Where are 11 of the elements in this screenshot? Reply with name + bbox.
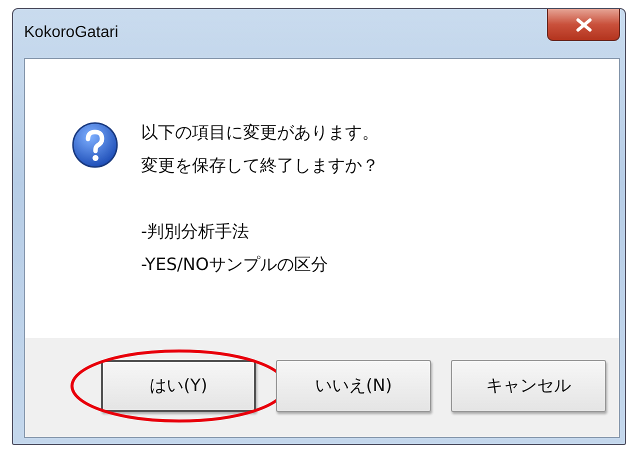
dialog-button[interactable]: キャンセル [451,360,606,412]
close-icon [576,18,592,32]
dialog-button[interactable]: いいえ(N) [276,360,431,412]
question-icon [71,121,119,169]
window-title: KokoroGatari [24,24,118,42]
dialog-button[interactable]: はい(Y) [101,360,256,412]
message-text: -YES/NOサンプルの区分 [141,254,328,277]
message-text: -判別分析手法 [141,221,250,244]
close-button[interactable] [547,9,620,41]
message-text: 変更を保存して終了しますか？ [141,155,379,178]
message-text: 以下の項目に変更があります。 [141,122,379,145]
